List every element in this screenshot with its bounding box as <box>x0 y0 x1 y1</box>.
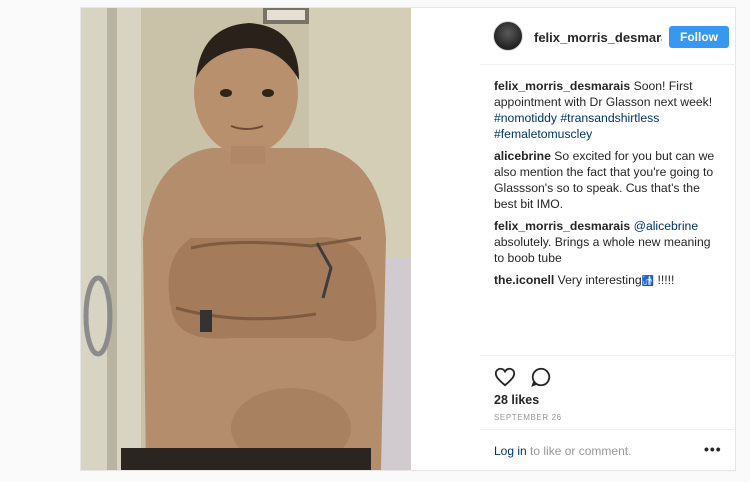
login-prompt: Log in to like or comment. <box>494 444 631 458</box>
comment-text: !!!!! <box>654 273 675 287</box>
mention-link[interactable]: @alicebrine <box>630 219 699 233</box>
post-date: SEPTEMBER 26 <box>494 413 562 422</box>
list-item-comment: alicebrine So excited for you but can we… <box>494 148 722 212</box>
comment-username[interactable]: felix_morris_desmarais <box>494 219 630 233</box>
comment-text: Very interesting <box>554 273 642 287</box>
follow-button[interactable]: Follow <box>669 26 729 48</box>
login-prompt-text: to like or comment. <box>526 444 632 458</box>
header-divider <box>480 64 736 65</box>
action-bar <box>494 365 722 389</box>
footer-divider <box>480 429 736 430</box>
actions-divider <box>480 355 736 356</box>
likes-count[interactable]: 28 likes <box>494 393 539 407</box>
hashtag-link[interactable]: #transandshirtless <box>560 111 659 125</box>
caption-comment: felix_morris_desmarais Soon! First appoi… <box>494 78 722 142</box>
comment-username[interactable]: alicebrine <box>494 149 551 163</box>
post-author-username[interactable]: felix_morris_desmarais <box>534 30 662 45</box>
more-options-icon[interactable]: ••• <box>704 441 722 457</box>
comments-list: felix_morris_desmarais Soon! First appoi… <box>494 78 722 296</box>
hashtag-link[interactable]: #femaletomuscley <box>494 127 592 141</box>
comment-username[interactable]: the.iconell <box>494 273 554 287</box>
post-photo-illustration <box>81 8 411 470</box>
login-link[interactable]: Log in <box>494 444 527 458</box>
avatar[interactable] <box>493 21 523 51</box>
post-photo[interactable] <box>81 8 411 470</box>
list-item-comment: the.iconell Very interesting🚮 !!!!! <box>494 272 722 290</box>
emoji-icon: 🚮 <box>641 276 655 287</box>
list-item-comment: felix_morris_desmarais @alicebrine absol… <box>494 218 722 266</box>
comment-username[interactable]: felix_morris_desmarais <box>494 79 630 93</box>
heart-icon[interactable] <box>494 366 516 388</box>
comment-text: absolutely. Brings a whole new meaning t… <box>494 235 711 265</box>
speech-bubble-icon[interactable] <box>530 366 552 388</box>
hashtag-link[interactable]: #nomotiddy <box>494 111 557 125</box>
